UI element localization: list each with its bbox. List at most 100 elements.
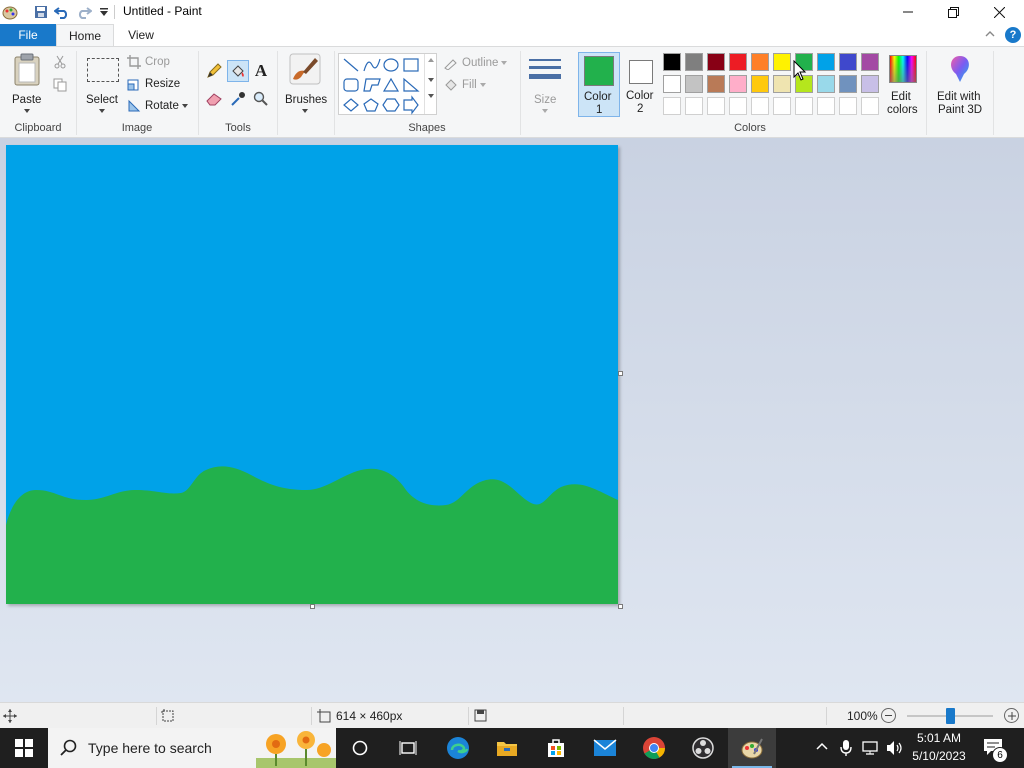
cut-icon[interactable]: [50, 52, 70, 72]
tab-home[interactable]: Home: [56, 24, 114, 46]
select-button[interactable]: Select: [82, 51, 122, 117]
mail-icon[interactable]: [581, 728, 629, 768]
rotate-button[interactable]: Rotate: [127, 98, 188, 114]
custom-color-slot[interactable]: [729, 97, 747, 115]
paint3d-icon: [951, 56, 969, 82]
chrome-icon[interactable]: [630, 728, 678, 768]
magnifier-icon[interactable]: [251, 89, 271, 109]
status-separator: [156, 707, 157, 725]
copy-icon[interactable]: [50, 75, 70, 95]
taskbar-search[interactable]: Type here to search: [48, 728, 336, 768]
resize-handle-bottom[interactable]: [310, 604, 315, 609]
custom-color-slot[interactable]: [773, 97, 791, 115]
custom-color-slot[interactable]: [861, 97, 879, 115]
palette-swatch[interactable]: [707, 75, 725, 93]
undo-icon[interactable]: [54, 4, 70, 20]
save-icon[interactable]: [33, 4, 49, 20]
shapes-scroll[interactable]: [424, 54, 437, 114]
custom-color-slot[interactable]: [685, 97, 703, 115]
color1-swatch: [584, 56, 614, 86]
palette-swatch[interactable]: [685, 75, 703, 93]
palette-swatch[interactable]: [861, 75, 879, 93]
edge-icon[interactable]: [434, 728, 482, 768]
paint-app-icon[interactable]: [2, 4, 18, 20]
task-view-icon[interactable]: [384, 728, 432, 768]
paint-icon[interactable]: [728, 728, 776, 768]
customize-qat-icon[interactable]: [96, 4, 112, 20]
canvas-size-icon: [317, 709, 331, 726]
palette-swatch[interactable]: [663, 75, 681, 93]
palette-swatch[interactable]: [663, 53, 681, 71]
show-hidden-icons[interactable]: [815, 740, 829, 757]
palette-swatch[interactable]: [751, 75, 769, 93]
store-icon[interactable]: [532, 728, 580, 768]
brushes-button[interactable]: Brushes: [281, 51, 329, 117]
edit-colors-button[interactable]: Edit colors: [885, 51, 921, 117]
zoom-in-button[interactable]: [1004, 708, 1019, 723]
cortana-icon[interactable]: [336, 728, 384, 768]
custom-color-slot[interactable]: [795, 97, 813, 115]
size-button[interactable]: Size: [525, 51, 565, 117]
palette-swatch[interactable]: [751, 53, 769, 71]
outline-dropdown-icon: [501, 61, 508, 65]
minimize-button[interactable]: [885, 0, 931, 24]
fill-bucket-icon[interactable]: [227, 60, 249, 82]
palette-swatch[interactable]: [685, 53, 703, 71]
collapse-ribbon-icon[interactable]: [984, 28, 998, 42]
edit-with-paint3d-button[interactable]: Edit with Paint 3D: [930, 51, 990, 117]
palette-swatch[interactable]: [773, 75, 791, 93]
redo-icon[interactable]: [76, 4, 92, 20]
colors-group-label: Colors: [734, 122, 766, 134]
clock-time[interactable]: 5:01 AM: [912, 731, 966, 745]
palette-swatch[interactable]: [839, 75, 857, 93]
palette-swatch[interactable]: [729, 53, 747, 71]
zoom-slider-thumb[interactable]: [946, 708, 955, 724]
palette-swatch[interactable]: [817, 53, 835, 71]
resize-handle-corner[interactable]: [618, 604, 623, 609]
palette-swatch[interactable]: [729, 75, 747, 93]
obs-icon[interactable]: [679, 728, 727, 768]
custom-color-slot[interactable]: [751, 97, 769, 115]
paste-button[interactable]: Paste: [6, 51, 50, 117]
file-explorer-icon[interactable]: [483, 728, 531, 768]
palette-swatch[interactable]: [839, 53, 857, 71]
eraser-icon[interactable]: [204, 89, 224, 109]
custom-color-slot[interactable]: [839, 97, 857, 115]
notification-center-button[interactable]: 6: [983, 738, 1008, 763]
zoom-out-button[interactable]: [881, 708, 896, 723]
palette-swatch[interactable]: [707, 53, 725, 71]
mouse-cursor-icon: [793, 60, 807, 81]
palette-swatch[interactable]: [773, 53, 791, 71]
windows-start-button[interactable]: [0, 728, 48, 768]
taskbar: Type here to search 5:01 AM 5/10/2023 6: [0, 728, 1024, 768]
status-separator: [623, 707, 624, 725]
fill-button[interactable]: Fill: [443, 77, 486, 93]
color1-button[interactable]: Color 1: [578, 52, 620, 117]
pencil-icon[interactable]: [204, 61, 224, 81]
scroll-down-icon: [428, 78, 434, 82]
help-icon[interactable]: ?: [1005, 27, 1021, 43]
clock-date[interactable]: 5/10/2023: [910, 749, 968, 763]
color2-swatch: [629, 60, 653, 84]
palette-swatch[interactable]: [817, 75, 835, 93]
shapes-icon-grid[interactable]: [342, 57, 422, 115]
restore-button[interactable]: [930, 0, 976, 24]
custom-color-slot[interactable]: [707, 97, 725, 115]
drawing-canvas[interactable]: [6, 145, 618, 604]
custom-color-slot[interactable]: [817, 97, 835, 115]
volume-icon[interactable]: [886, 740, 904, 759]
microphone-icon[interactable]: [839, 739, 853, 760]
color2-button[interactable]: Color 2: [622, 52, 660, 117]
network-icon[interactable]: [862, 740, 880, 759]
custom-color-slot[interactable]: [663, 97, 681, 115]
resize-handle-right[interactable]: [618, 371, 623, 376]
outline-button[interactable]: Outline: [443, 55, 508, 71]
close-button[interactable]: [976, 0, 1022, 24]
tab-view[interactable]: View: [114, 24, 168, 46]
crop-button[interactable]: Crop: [127, 54, 170, 70]
text-tool-icon[interactable]: A: [251, 61, 271, 81]
palette-swatch[interactable]: [861, 53, 879, 71]
tab-file[interactable]: File: [0, 24, 56, 46]
color-picker-icon[interactable]: [228, 89, 248, 109]
resize-button[interactable]: Resize: [127, 76, 180, 92]
